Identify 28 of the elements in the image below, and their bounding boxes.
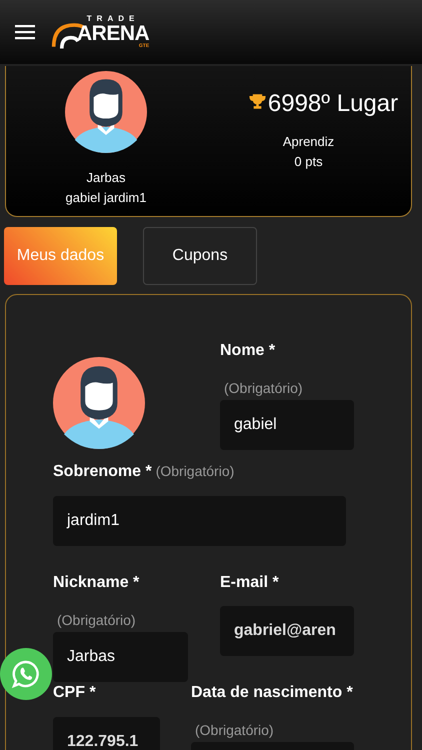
chat-phone-icon — [10, 658, 42, 690]
points-text: 0 pts — [294, 154, 323, 169]
field-hint: (Obrigatório) — [156, 463, 234, 479]
rank-text: 6998º Lugar — [268, 90, 398, 118]
full-name: gabiel jardim1 — [66, 190, 146, 205]
avatar-icon — [65, 71, 147, 153]
logo-text: TRADE — [86, 15, 140, 23]
nickname: Jarbas — [86, 170, 126, 185]
level-name: Aprendiz — [282, 134, 334, 149]
input-field[interactable]: 122.795.1 — [53, 717, 160, 750]
field-label: Sobrenome * — [53, 463, 152, 481]
field-hint: (Obrigatório) — [57, 612, 136, 628]
input-field[interactable]: jardim1 — [53, 496, 346, 546]
input-field[interactable]: gabiel — [220, 400, 354, 450]
avatar-icon — [53, 357, 145, 449]
trophy-icon — [248, 93, 266, 110]
field-label: E-mail * — [220, 574, 279, 592]
field-hint: (Obrigatório) — [195, 722, 274, 738]
field-label: Data de nascimento * — [191, 684, 353, 702]
input-field[interactable]: gabriel@aren — [220, 606, 354, 656]
menu-icon[interactable] — [15, 24, 35, 40]
field-label: CPF * — [53, 684, 96, 702]
field-hint: (Obrigatório) — [224, 380, 303, 396]
logo-text: ARENA — [77, 23, 150, 44]
tab[interactable]: Cupons — [143, 227, 257, 285]
field-label: Nickname * — [53, 574, 140, 592]
input-field[interactable]: Jarbas — [53, 632, 188, 682]
field-label: Nome * — [220, 342, 276, 360]
